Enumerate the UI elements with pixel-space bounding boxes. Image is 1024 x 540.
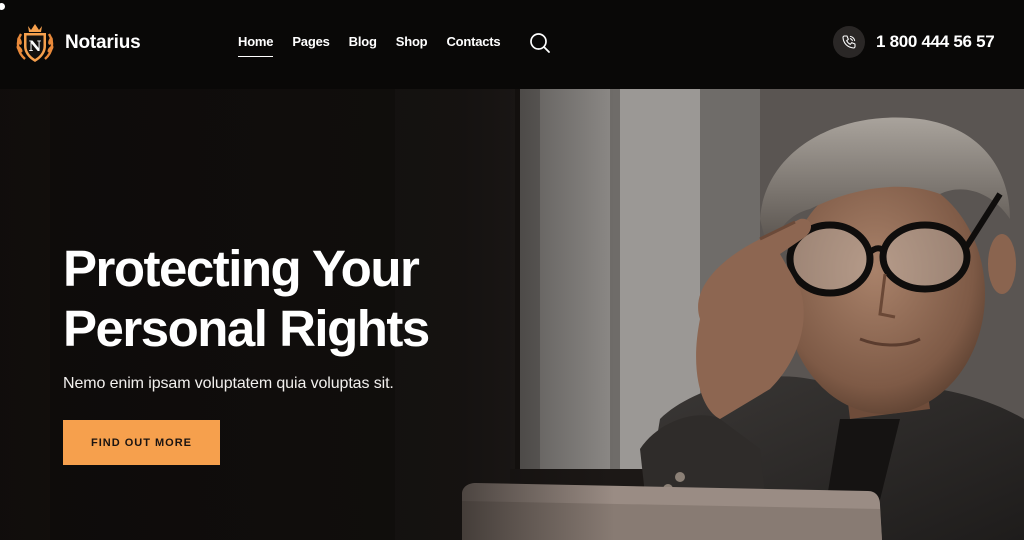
phone-icon-circle bbox=[833, 26, 865, 58]
hero-title-line-1: Protecting Your bbox=[63, 240, 420, 297]
logo-letter: N bbox=[29, 39, 42, 55]
nav-pages[interactable]: Pages bbox=[292, 34, 330, 57]
hero-subtitle: Nemo enim ipsam voluptatem quia voluptas… bbox=[63, 375, 394, 392]
nav-shop[interactable]: Shop bbox=[396, 34, 428, 57]
phone-number[interactable]: 1 800 444 56 57 bbox=[876, 32, 995, 52]
search-icon bbox=[530, 33, 550, 53]
nav-home[interactable]: Home bbox=[238, 34, 274, 57]
find-out-more-button[interactable]: FIND OUT MORE bbox=[63, 420, 220, 465]
phone-contact[interactable]: 1 800 444 56 57 bbox=[833, 26, 995, 58]
site-logo[interactable]: N Notarius bbox=[12, 20, 141, 66]
hero-content: Protecting Your Personal Rights Nemo eni… bbox=[63, 239, 523, 393]
brand-name: Notarius bbox=[65, 32, 141, 53]
hero-title-line-2: Personal Rights bbox=[63, 300, 430, 357]
corner-dot bbox=[0, 3, 5, 10]
phone-icon bbox=[842, 35, 856, 49]
crest-logo-icon: N bbox=[16, 24, 54, 62]
hero-section: Protecting Your Personal Rights Nemo eni… bbox=[0, 89, 1024, 540]
hero-title: Protecting Your Personal Rights bbox=[63, 239, 523, 359]
site-header: N Notarius Home Pages Blog Shop Contacts… bbox=[0, 0, 1024, 89]
main-nav: Home Pages Blog Shop Contacts bbox=[238, 34, 501, 57]
search-button[interactable] bbox=[529, 32, 551, 54]
nav-contacts[interactable]: Contacts bbox=[446, 34, 500, 57]
nav-blog[interactable]: Blog bbox=[349, 34, 377, 57]
